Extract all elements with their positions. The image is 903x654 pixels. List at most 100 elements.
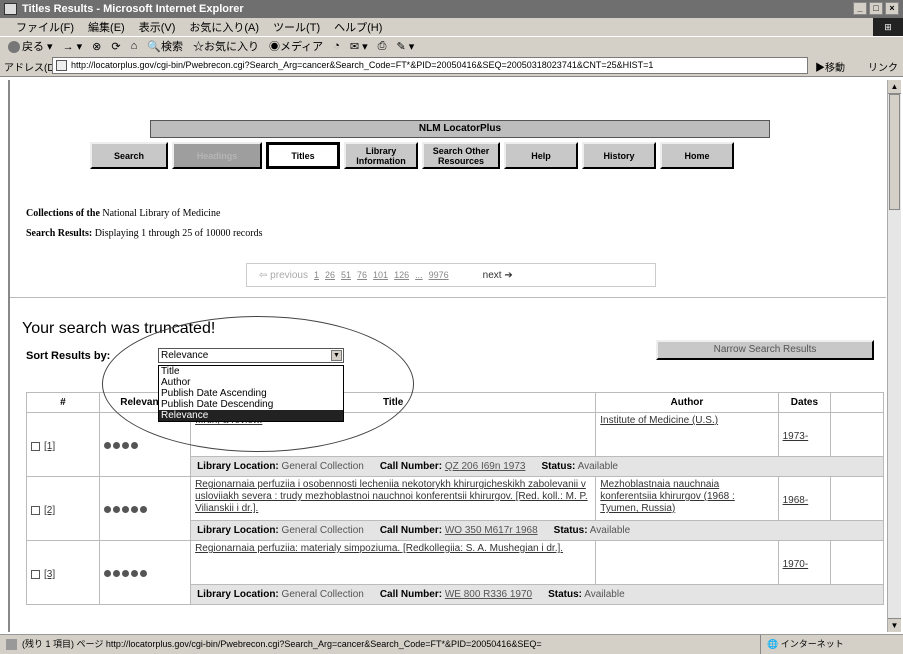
close-button[interactable]: × <box>885 2 899 15</box>
nav-search-other-resources-button[interactable]: Search Other Resources <box>422 142 500 169</box>
media-button[interactable]: ◉メディア <box>269 38 323 54</box>
history-icon[interactable]: ◔ <box>333 40 340 52</box>
previous-link[interactable]: ⇦ previous <box>259 270 308 281</box>
select-checkbox[interactable] <box>31 441 40 451</box>
select-checkbox[interactable] <box>31 505 40 515</box>
page-link[interactable]: 51 <box>341 270 351 280</box>
author-link[interactable]: Institute of Medicine (U.S.) <box>595 412 779 457</box>
nav-titles-button[interactable]: Titles <box>266 142 340 169</box>
call-number-link[interactable]: WE 800 R336 1970 <box>445 589 532 600</box>
call-number-link[interactable]: QZ 206 I69n 1973 <box>445 461 526 472</box>
page-link[interactable]: 76 <box>357 270 367 280</box>
menu-tools[interactable]: ツール(T) <box>273 19 320 35</box>
record-link[interactable]: [2] <box>44 505 55 516</box>
status: Status: Available <box>554 525 631 536</box>
truncated-notice: Your search was truncated! <box>22 320 216 337</box>
empty-cell <box>830 540 884 585</box>
collections-line: Collections of the National Library of M… <box>26 208 220 219</box>
location-value: General Collection <box>281 525 364 536</box>
title-link[interactable]: Regionarnaia perfuziia i osobennosti lec… <box>190 476 597 521</box>
nav-headings-button[interactable]: Headings <box>172 142 262 169</box>
search-button[interactable]: 🔍検索 <box>147 38 183 54</box>
narrow-search-results-button[interactable]: Narrow Search Results <box>656 340 874 360</box>
sort-option[interactable]: Author <box>159 377 343 388</box>
dates-link[interactable]: 1970- <box>777 540 832 585</box>
record-link[interactable]: [1] <box>44 441 55 452</box>
relevance-dot-icon <box>121 442 129 449</box>
home-icon[interactable]: ⌂ <box>131 40 138 52</box>
dates-link[interactable]: 1968- <box>777 476 832 521</box>
call-label: Call Number: <box>379 525 443 536</box>
favorites-button[interactable]: ☆お気に入り <box>193 38 259 54</box>
refresh-icon[interactable]: ⟳ <box>111 40 120 53</box>
select-checkbox[interactable] <box>31 569 40 579</box>
address-bar: アドレス(D) http://locatorplus.gov/cgi-bin/P… <box>0 55 903 77</box>
row-number-cell: [1] <box>26 412 100 477</box>
nav-search-button[interactable]: Search <box>90 142 168 169</box>
go-label: 移動 <box>825 63 845 74</box>
nav-help-button[interactable]: Help <box>504 142 578 169</box>
title-link[interactable]: Regionarnaia perfuziia: materialy simpoz… <box>190 540 597 585</box>
windows-flag-icon: ⊞ <box>873 18 903 36</box>
call-number: Call Number: WO 350 M617r 1968 <box>380 525 538 536</box>
nav-library-information-button[interactable]: Library Information <box>344 142 418 169</box>
location-label: Library Location: <box>197 589 279 600</box>
page-link[interactable]: 101 <box>373 270 388 280</box>
next-link[interactable]: next ➔ <box>483 270 513 281</box>
page-link[interactable]: 26 <box>325 270 335 280</box>
call-number: Call Number: QZ 206 I69n 1973 <box>380 461 526 472</box>
status-value: Available <box>577 461 618 472</box>
links-button[interactable]: リンク <box>868 59 898 74</box>
sort-option[interactable]: Title <box>159 366 343 377</box>
menu-help[interactable]: ヘルプ(H) <box>334 19 382 35</box>
menu-edit[interactable]: 編集(E) <box>88 19 125 35</box>
page-link[interactable]: 9976 <box>429 270 449 280</box>
scroll-down-icon[interactable]: ▼ <box>888 618 901 632</box>
scroll-up-icon[interactable]: ▲ <box>888 80 901 94</box>
go-button[interactable]: ▶移動 <box>815 59 845 74</box>
page-link[interactable]: 1 <box>314 270 319 280</box>
record-link[interactable]: [3] <box>44 569 55 580</box>
edit-icon[interactable]: ✎ ▾ <box>396 40 414 53</box>
status-label: Status: <box>541 461 576 472</box>
author-link[interactable] <box>595 540 779 585</box>
sort-select[interactable]: Relevance ▼ <box>158 348 344 363</box>
mail-icon[interactable]: ✉ ▾ <box>350 40 368 53</box>
scroll-thumb[interactable] <box>889 94 900 210</box>
relevance-dot-icon <box>112 442 120 449</box>
author-link[interactable]: Mezhoblastnaia nauchnaia konferentsiia k… <box>595 476 779 521</box>
column-header-empty <box>830 392 884 413</box>
status: Status: Available <box>548 589 625 600</box>
maximize-button[interactable]: □ <box>869 2 883 15</box>
location-value: General Collection <box>281 589 364 600</box>
page-link[interactable]: 126 <box>394 270 409 280</box>
collections-label: Collections of the <box>26 208 100 219</box>
location-cell: Library Location: General Collection Cal… <box>190 584 884 605</box>
location-label: Library Location: <box>197 461 279 472</box>
dates-link[interactable]: 1973- <box>777 412 832 457</box>
menu-file[interactable]: ファイル(F) <box>16 19 74 35</box>
menu-favorites[interactable]: お気に入り(A) <box>189 19 259 35</box>
sort-option[interactable]: Publish Date Ascending <box>159 388 343 399</box>
chevron-down-icon[interactable]: ▼ <box>331 350 342 361</box>
media-label: メディア <box>279 41 324 53</box>
stop-icon[interactable]: ⊗ <box>92 40 101 53</box>
forward-button[interactable]: → ▾ <box>63 40 83 53</box>
menu-view[interactable]: 表示(V) <box>139 19 176 35</box>
status-value: Available <box>589 525 631 536</box>
nav-history-button[interactable]: History <box>582 142 656 169</box>
print-icon[interactable]: ⎙ <box>378 40 387 53</box>
vertical-scrollbar[interactable]: ▲ ▼ <box>887 80 901 632</box>
address-label: アドレス(D) <box>4 63 58 74</box>
minimize-button[interactable]: _ <box>853 2 867 15</box>
library-location: Library Location: General Collection <box>197 461 364 472</box>
address-input[interactable]: http://locatorplus.gov/cgi-bin/Pwebrecon… <box>52 57 808 74</box>
status-value: Available <box>584 589 625 600</box>
column-header: Dates <box>777 392 832 413</box>
library-location: Library Location: General Collection <box>197 525 364 536</box>
sort-option-selected[interactable]: Relevance <box>159 410 343 421</box>
sort-option[interactable]: Publish Date Descending <box>159 399 343 410</box>
back-button[interactable]: 戻る ▾ <box>8 38 53 54</box>
call-number-link[interactable]: WO 350 M617r 1968 <box>445 525 538 536</box>
nav-home-button[interactable]: Home <box>660 142 734 169</box>
